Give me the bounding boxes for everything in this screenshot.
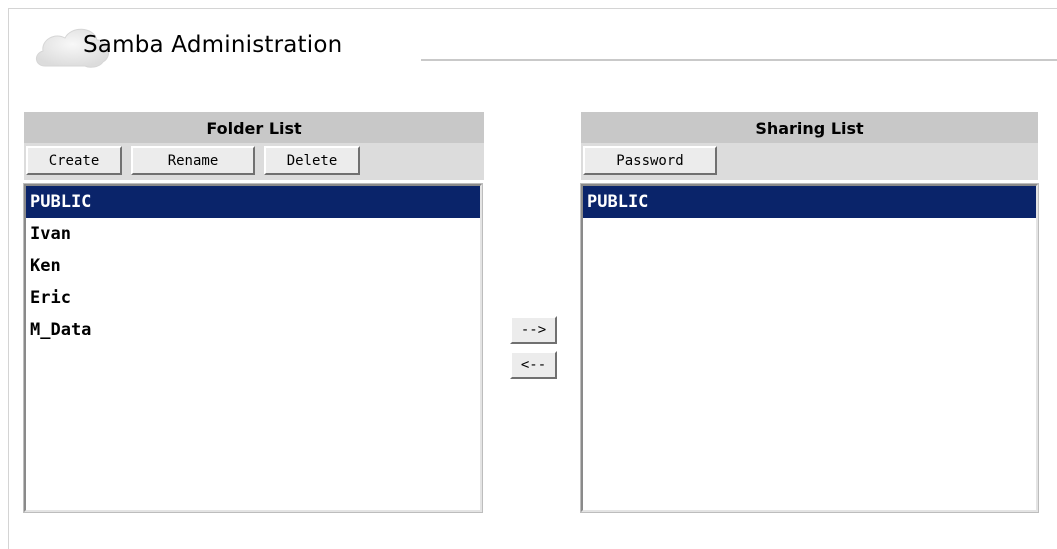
sharing-list-heading: Sharing List [581,112,1038,143]
password-button[interactable]: Password [583,146,717,175]
list-item[interactable]: M_Data [26,314,480,346]
list-item[interactable]: Eric [26,282,480,314]
folder-listbox[interactable]: PUBLIC Ivan Ken Eric M_Data [23,183,483,513]
list-item[interactable]: Ivan [26,218,480,250]
delete-button[interactable]: Delete [264,146,360,175]
title-divider [421,59,1057,61]
list-item[interactable]: PUBLIC [26,186,480,218]
sharing-toolbar: Password [581,143,1038,180]
rename-button[interactable]: Rename [131,146,255,175]
remove-from-sharing-button[interactable]: <-- [510,351,557,379]
folder-list-heading: Folder List [24,112,484,143]
page-title: Samba Administration [83,32,343,58]
create-button[interactable]: Create [26,146,122,175]
sharing-listbox[interactable]: PUBLIC [580,183,1039,513]
sharing-list-panel: Sharing List Password PUBLIC [580,112,1039,513]
list-item[interactable]: Ken [26,250,480,282]
add-to-sharing-button[interactable]: --> [510,316,557,344]
folder-toolbar: Create Rename Delete [24,143,484,180]
page-header: Samba Administration [33,22,1057,72]
folder-list-panel: Folder List Create Rename Delete PUBLIC I… [23,112,484,513]
list-item[interactable]: PUBLIC [583,186,1036,218]
